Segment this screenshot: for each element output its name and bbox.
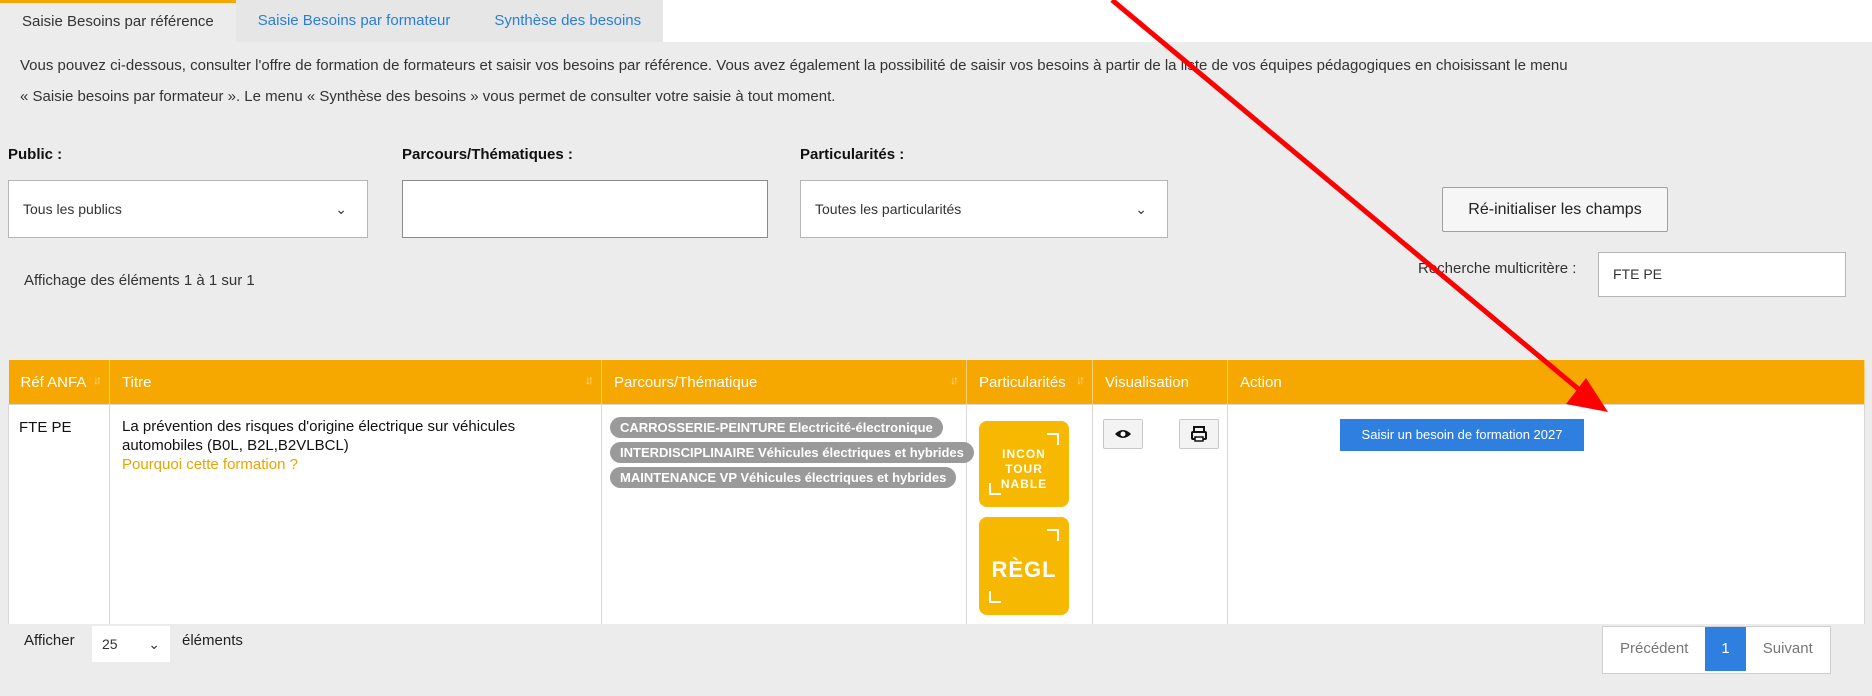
header-parcours-label: Parcours/Thématique (614, 373, 758, 391)
intro-line-1: Vous pouvez ci-dessous, consulter l'offr… (20, 57, 1568, 74)
parcours-label: Parcours/Thématiques : (402, 146, 573, 163)
tab-bar: Saisie Besoins par référence Saisie Beso… (0, 0, 664, 42)
parcours-tag: CARROSSERIE-PEINTURE Electricité-électro… (610, 417, 943, 438)
header-ref-anfa[interactable]: Réf ANFA ↓↑ (8, 360, 110, 405)
badge1-line2: TOUR (1005, 462, 1043, 476)
sort-icon: ↓↑ (950, 373, 959, 387)
badge-corner (989, 591, 1001, 603)
badge-corner (1047, 433, 1059, 445)
badge1-line1: INCON (1002, 447, 1046, 461)
header-action: Action (1227, 360, 1865, 405)
table-info: Affichage des éléments 1 à 1 sur 1 (24, 272, 255, 289)
reglementaire-badge: RÈGL (979, 517, 1069, 615)
reset-fields-button[interactable]: Ré-initialiser les champs (1442, 187, 1668, 232)
incontournable-badge: INCON TOUR NABLE (979, 421, 1069, 507)
intro-line-2: « Saisie besoins par formateur ». Le men… (20, 88, 836, 105)
next-page-button[interactable]: Suivant (1745, 627, 1830, 671)
tab-synthese-besoins[interactable]: Synthèse des besoins (472, 0, 664, 42)
chevron-down-icon: ⌄ (148, 636, 160, 652)
parcours-tag: MAINTENANCE VP Véhicules électriques et … (610, 467, 957, 488)
header-particularites-label: Particularités (979, 373, 1066, 391)
public-select[interactable]: Tous les publics ⌄ (8, 180, 368, 238)
page-length-select[interactable]: 25 ⌄ (92, 626, 170, 662)
header-parcours[interactable]: Parcours/Thématique ↓↑ (601, 360, 967, 405)
view-button[interactable] (1103, 419, 1143, 449)
chevron-down-icon: ⌄ (335, 201, 347, 217)
intro-text: Vous pouvez ci-dessous, consulter l'offr… (20, 50, 1872, 112)
row-title: La prévention des risques d'origine élec… (122, 418, 516, 454)
chevron-down-icon: ⌄ (1135, 201, 1147, 217)
pagination: Précédent 1 Suivant (1602, 626, 1831, 674)
page-1-button[interactable]: 1 (1705, 627, 1746, 671)
badge-corner (989, 483, 1001, 495)
header-visualisation: Visualisation (1092, 360, 1228, 405)
saisir-besoin-button[interactable]: Saisir un besoin de formation 2027 (1340, 419, 1584, 451)
sort-icon: ↓↑ (1076, 373, 1085, 387)
badge-corner (1047, 529, 1059, 541)
particularites-label: Particularités : (800, 146, 905, 163)
header-titre[interactable]: Titre ↓↑ (109, 360, 602, 405)
particularites-select[interactable]: Toutes les particularités ⌄ (800, 180, 1168, 238)
header-ref-anfa-label: Réf ANFA (20, 373, 87, 391)
search-input[interactable]: FTE PE (1598, 252, 1846, 297)
previous-page-button[interactable]: Précédent (1603, 627, 1706, 671)
sort-icon: ↓↑ (585, 373, 594, 387)
why-this-training-link[interactable]: Pourquoi cette formation ? (122, 455, 591, 474)
table-footer (0, 624, 1872, 696)
badge2-label: RÈGL (991, 557, 1057, 582)
tab-saisie-par-reference[interactable]: Saisie Besoins par référence (0, 0, 236, 42)
search-label: Recherche multicritère : (1418, 260, 1577, 277)
eye-icon (1115, 430, 1131, 438)
row-ref: FTE PE (19, 419, 72, 436)
table-header-row: Réf ANFA ↓↑ Titre ↓↑ Parcours/Thématique ↓↑… (8, 360, 1865, 405)
parcours-tag: INTERDISCIPLINAIRE Véhicules électriques… (610, 442, 974, 463)
parcours-input[interactable] (402, 180, 768, 238)
public-label: Public : (8, 146, 63, 163)
header-particularites[interactable]: Particularités ↓↑ (966, 360, 1093, 405)
tab-saisie-par-formateur[interactable]: Saisie Besoins par formateur (235, 0, 473, 42)
show-label: Afficher (24, 632, 75, 649)
elements-label: éléments (182, 632, 243, 649)
public-select-value: Tous les publics (23, 201, 122, 217)
header-titre-label: Titre (122, 373, 152, 391)
print-button[interactable] (1179, 419, 1219, 449)
particularites-select-value: Toutes les particularités (815, 201, 962, 217)
page-length-value: 25 (102, 636, 118, 652)
sort-icon: ↓↑ (93, 373, 102, 387)
print-icon (1191, 426, 1207, 442)
